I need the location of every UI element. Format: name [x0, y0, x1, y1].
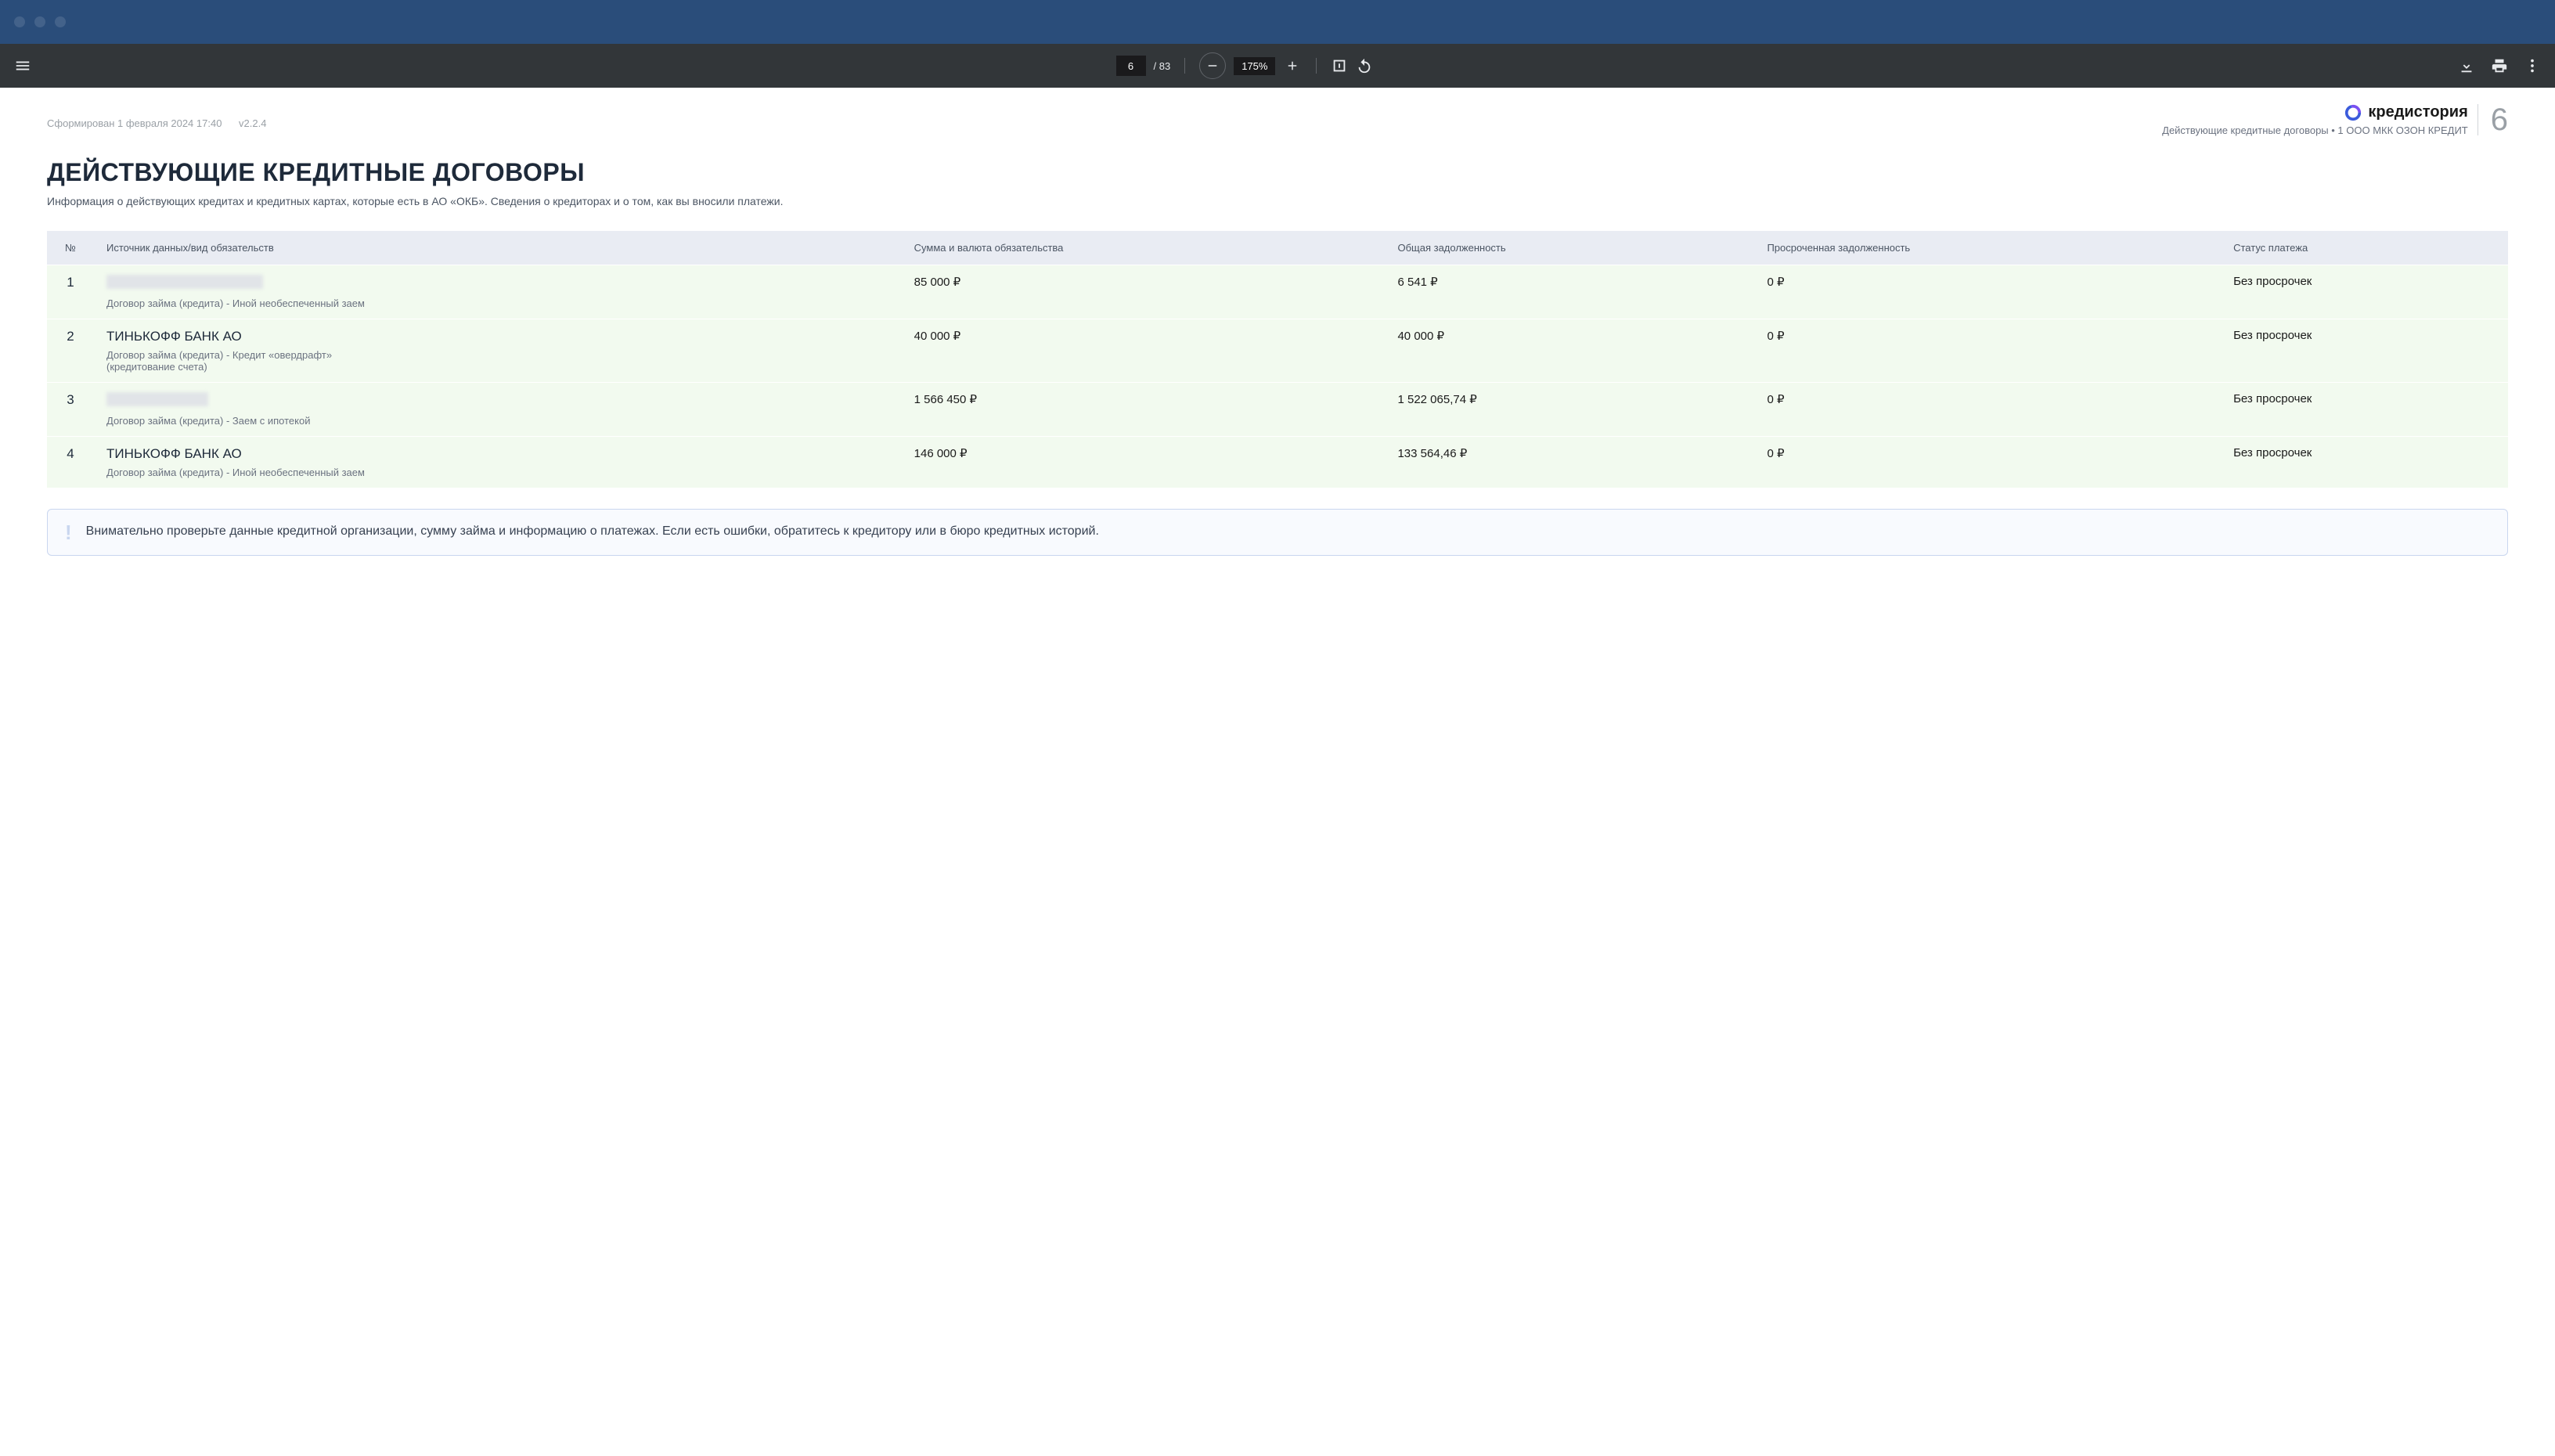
total-debt-value: 6 541 ₽: [1385, 265, 1754, 319]
table-row: 4 ТИНЬКОФФ БАНК АО Договор займа (кредита)…: [47, 437, 2508, 488]
more-icon[interactable]: [2524, 57, 2541, 74]
plus-icon: [1285, 59, 1299, 73]
overdue-value: 0 ₽: [1754, 319, 2221, 383]
document-header: Сформирован 1 февраля 2024 17:40 v2.2.4 …: [47, 103, 2508, 136]
redacted-text: [106, 275, 263, 289]
pdf-toolbar: / 83 175%: [0, 44, 2555, 88]
page-subtitle: Информация о действующих кредитах и кред…: [47, 195, 2508, 207]
notice-text: Внимательно проверьте данные кредитной о…: [86, 522, 1099, 541]
total-debt-value: 1 522 065,74 ₽: [1385, 383, 1754, 437]
table-row: 3 Договор займа (кредита) - Заем с ипотек…: [47, 383, 2508, 437]
obligation-type: Договор займа (кредита) - Заем с ипотеко…: [106, 415, 373, 427]
minimize-window-icon[interactable]: [34, 16, 45, 27]
page-number-large: 6: [2478, 104, 2508, 135]
credit-contracts-table: № Источник данных/вид обязательств Сумма…: [47, 231, 2508, 488]
exclamation-icon: !: [65, 522, 72, 542]
amount-value: 146 000 ₽: [902, 437, 1386, 488]
amount-value: 85 000 ₽: [902, 265, 1386, 319]
amount-value: 40 000 ₽: [902, 319, 1386, 383]
version-label: v2.2.4: [239, 117, 266, 129]
creditor-name: ТИНЬКОФФ БАНК АО: [106, 329, 242, 344]
payment-status: Без просрочек: [2221, 383, 2508, 437]
traffic-lights: [14, 16, 66, 27]
page-number-input[interactable]: [1116, 56, 1146, 76]
col-status: Статус платежа: [2221, 231, 2508, 265]
menu-icon[interactable]: [14, 57, 31, 74]
divider: [1184, 58, 1185, 74]
obligation-type: Договор займа (кредита) - Кредит «овердр…: [106, 349, 373, 373]
zoom-level: 175%: [1234, 57, 1275, 75]
notice-box: ! Внимательно проверьте данные кредитной…: [47, 509, 2508, 556]
divider: [1316, 58, 1317, 74]
window-titlebar: [0, 0, 2555, 44]
page-total-label: / 83: [1154, 60, 1171, 72]
zoom-in-button[interactable]: [1283, 56, 1302, 75]
row-number: 1: [47, 265, 94, 319]
overdue-value: 0 ₽: [1754, 265, 2221, 319]
obligation-type: Договор займа (кредита) - Иной необеспеч…: [106, 297, 373, 309]
payment-status: Без просрочек: [2221, 437, 2508, 488]
page-title: ДЕЙСТВУЮЩИЕ КРЕДИТНЫЕ ДОГОВОРЫ: [47, 158, 2508, 187]
fit-page-icon[interactable]: [1331, 57, 1348, 74]
overdue-value: 0 ₽: [1754, 437, 2221, 488]
row-number: 2: [47, 319, 94, 383]
generated-timestamp: Сформирован 1 февраля 2024 17:40: [47, 117, 222, 129]
brand-name: кредистория: [2368, 103, 2467, 121]
maximize-window-icon[interactable]: [55, 16, 66, 27]
col-total-debt: Общая задолженность: [1385, 231, 1754, 265]
table-row: 1 Договор займа (кредита) - Иной необеспе…: [47, 265, 2508, 319]
close-window-icon[interactable]: [14, 16, 25, 27]
table-header-row: № Источник данных/вид обязательств Сумма…: [47, 231, 2508, 265]
creditor-name: ТИНЬКОФФ БАНК АО: [106, 446, 242, 461]
payment-status: Без просрочек: [2221, 319, 2508, 383]
col-amount: Сумма и валюта обязательства: [902, 231, 1386, 265]
amount-value: 1 566 450 ₽: [902, 383, 1386, 437]
total-debt-value: 133 564,46 ₽: [1385, 437, 1754, 488]
payment-status: Без просрочек: [2221, 265, 2508, 319]
row-number: 4: [47, 437, 94, 488]
download-icon[interactable]: [2458, 57, 2475, 74]
document-page: Сформирован 1 февраля 2024 17:40 v2.2.4 …: [0, 88, 2555, 587]
total-debt-value: 40 000 ₽: [1385, 319, 1754, 383]
print-icon[interactable]: [2491, 57, 2508, 74]
redacted-text: [106, 392, 208, 406]
obligation-type: Договор займа (кредита) - Иной необеспеч…: [106, 467, 373, 478]
overdue-value: 0 ₽: [1754, 383, 2221, 437]
kredistoriya-logo-icon: [2344, 104, 2362, 121]
col-source: Источник данных/вид обязательств: [94, 231, 902, 265]
generation-meta: Сформирован 1 февраля 2024 17:40 v2.2.4: [47, 103, 266, 129]
breadcrumb: Действующие кредитные договоры • 1 ООО М…: [2162, 124, 2468, 136]
col-number: №: [47, 231, 94, 265]
col-overdue: Просроченная задолженность: [1754, 231, 2221, 265]
row-number: 3: [47, 383, 94, 437]
zoom-out-button[interactable]: [1199, 52, 1226, 79]
rotate-icon[interactable]: [1356, 57, 1373, 74]
minus-icon: [1205, 59, 1220, 73]
table-row: 2 ТИНЬКОФФ БАНК АО Договор займа (кредита)…: [47, 319, 2508, 383]
